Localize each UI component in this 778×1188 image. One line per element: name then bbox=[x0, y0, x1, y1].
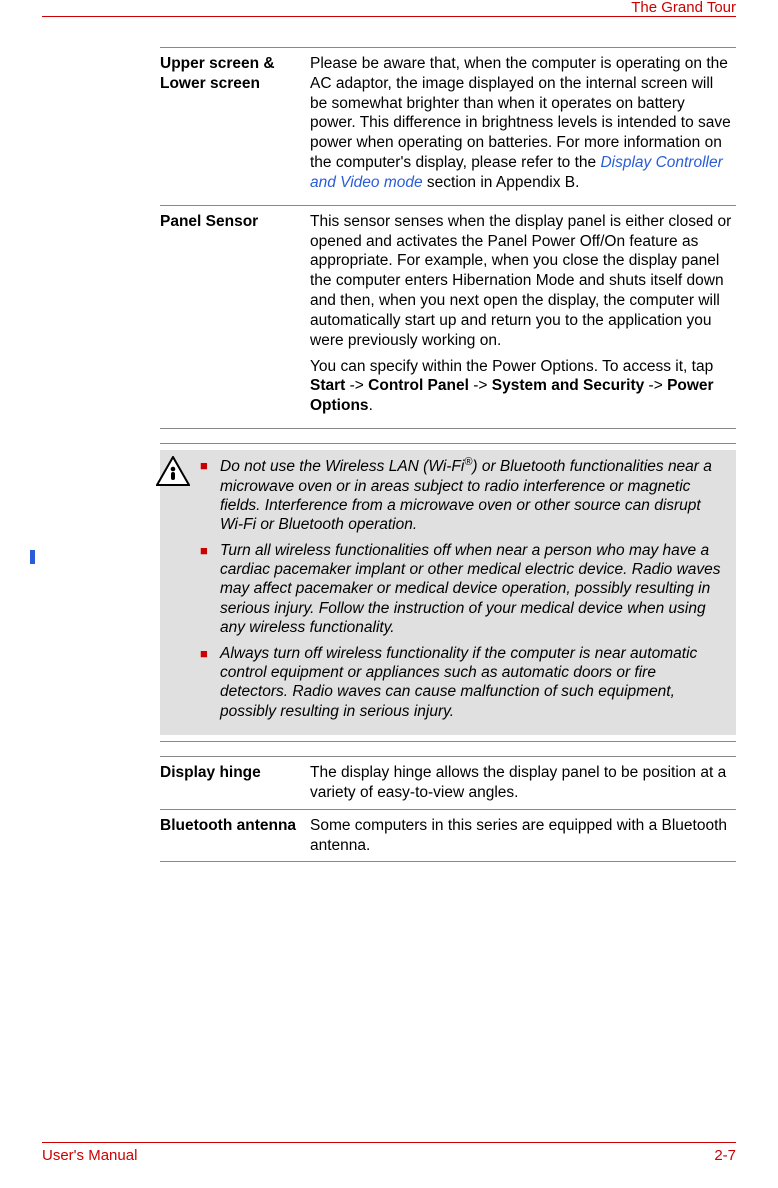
page-header: The Grand Tour bbox=[42, 16, 736, 17]
desc-text: section in Appendix B. bbox=[423, 174, 580, 191]
footer-page-number: 2-7 bbox=[714, 1147, 736, 1164]
ui-path-control-panel: Control Panel bbox=[368, 377, 469, 394]
section-title: The Grand Tour bbox=[631, 0, 736, 16]
desc-upper-lower-screen: Please be aware that, when the computer … bbox=[310, 48, 736, 206]
change-bar bbox=[30, 550, 35, 564]
list-item: Do not use the Wireless LAN (Wi-Fi®) or … bbox=[200, 456, 728, 535]
ui-path-start: Start bbox=[310, 377, 345, 394]
list-item: Always turn off wireless functionality i… bbox=[200, 644, 728, 722]
definition-table-1: Upper screen & Lower screen Please be aw… bbox=[160, 47, 736, 429]
table-row: Bluetooth antenna Some computers in this… bbox=[160, 809, 736, 862]
caution-list: Do not use the Wireless LAN (Wi-Fi®) or … bbox=[200, 456, 728, 721]
footer-manual-label: User's Manual bbox=[42, 1147, 137, 1164]
desc-paragraph: You can specify within the Power Options… bbox=[310, 357, 732, 416]
ui-path-system-security: System and Security bbox=[492, 377, 644, 394]
table-row: Panel Sensor This sensor senses when the… bbox=[160, 205, 736, 428]
term-upper-lower-screen: Upper screen & Lower screen bbox=[160, 48, 310, 206]
table-row: Upper screen & Lower screen Please be aw… bbox=[160, 48, 736, 206]
term-bluetooth-antenna: Bluetooth antenna bbox=[160, 809, 310, 862]
term-panel-sensor: Panel Sensor bbox=[160, 205, 310, 428]
desc-paragraph: This sensor senses when the display pane… bbox=[310, 212, 732, 351]
desc-display-hinge: The display hinge allows the display pan… bbox=[310, 757, 736, 810]
list-item: Turn all wireless functionalities off wh… bbox=[200, 541, 728, 638]
desc-bluetooth-antenna: Some computers in this series are equipp… bbox=[310, 809, 736, 862]
page-footer: User's Manual 2-7 bbox=[42, 1142, 736, 1164]
term-display-hinge: Display hinge bbox=[160, 757, 310, 810]
caution-block: Do not use the Wireless LAN (Wi-Fi®) or … bbox=[160, 443, 736, 742]
caution-icon bbox=[156, 456, 190, 486]
definition-table-2: Display hinge The display hinge allows t… bbox=[160, 756, 736, 862]
desc-panel-sensor: This sensor senses when the display pane… bbox=[310, 205, 736, 428]
table-row: Display hinge The display hinge allows t… bbox=[160, 757, 736, 810]
